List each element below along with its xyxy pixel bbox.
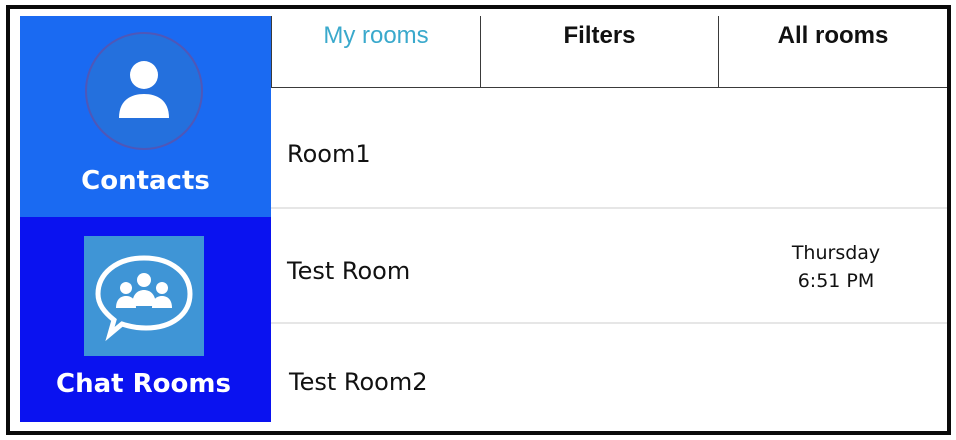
tab-bar: My rooms Filters All rooms <box>271 16 947 88</box>
tab-all-rooms[interactable]: All rooms <box>719 16 947 88</box>
room-day: Thursday <box>791 242 881 264</box>
room-name: Test Room <box>287 257 411 285</box>
group-chat-icon <box>84 236 204 356</box>
sidebar-item-label: Chat Rooms <box>56 369 231 399</box>
room-time: 6:51 PM <box>797 270 875 292</box>
person-icon <box>85 32 203 150</box>
sidebar: Contacts Chat Rooms <box>20 16 271 422</box>
room-timestamp: Thursday 6:51 PM <box>761 239 911 295</box>
tab-my-rooms[interactable]: My rooms <box>271 16 481 88</box>
app-window: Contacts Chat Rooms My rooms Filters All… <box>0 0 956 440</box>
sidebar-item-contacts[interactable]: Contacts <box>20 16 271 217</box>
list-item[interactable]: Test Room2 <box>271 324 947 422</box>
list-item[interactable]: Test Room Thursday 6:51 PM <box>271 209 947 324</box>
room-list: Room1 Test Room Thursday 6:51 PM Test Ro… <box>271 88 947 422</box>
room-name: Test Room2 <box>289 368 428 396</box>
tab-filters[interactable]: Filters <box>481 16 719 88</box>
room-name: Room1 <box>287 140 371 168</box>
sidebar-item-chat-rooms[interactable]: Chat Rooms <box>20 217 271 422</box>
sidebar-item-label: Contacts <box>81 166 210 196</box>
list-item[interactable]: Room1 <box>271 88 947 209</box>
